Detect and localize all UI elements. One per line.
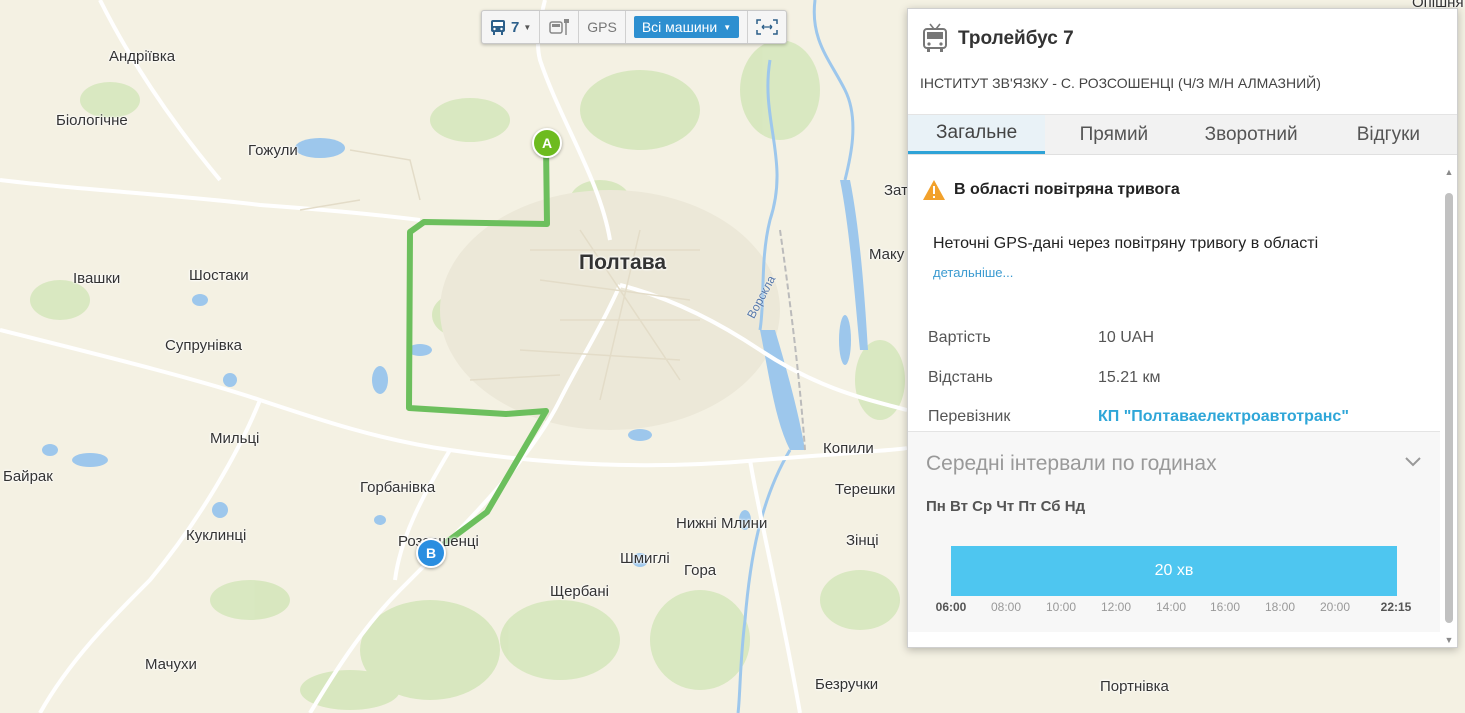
place-label: Копили bbox=[823, 440, 874, 457]
scroll-down-icon[interactable]: ▼ bbox=[1443, 635, 1455, 645]
price-value: 10 UAH bbox=[1098, 329, 1155, 346]
route-select[interactable]: 7 ▼ bbox=[482, 11, 541, 43]
tab-backward[interactable]: Зворотний bbox=[1183, 115, 1320, 154]
place-label: Байрак bbox=[3, 468, 53, 485]
time-end: 22:15 bbox=[1380, 600, 1412, 614]
place-label: Івашки bbox=[73, 270, 121, 287]
vehicles-select-wrap: Всі машини ▼ bbox=[626, 11, 749, 43]
panel-tabs: Загальне Прямий Зворотний Відгуки bbox=[908, 115, 1457, 155]
intervals-title[interactable]: Середні інтервали по годинах bbox=[926, 452, 1217, 476]
place-label: Маку bbox=[869, 246, 905, 263]
time-tick: 14:00 bbox=[1155, 600, 1187, 614]
route-end-marker[interactable]: B bbox=[416, 538, 446, 568]
scroll-up-icon[interactable]: ▲ bbox=[1443, 167, 1455, 177]
time-tick: 12:00 bbox=[1100, 600, 1132, 614]
time-tick: 20:00 bbox=[1319, 600, 1351, 614]
time-tick: 18:00 bbox=[1264, 600, 1296, 614]
alert-more-link[interactable]: детальніше... bbox=[933, 265, 1013, 280]
place-label: Мильці bbox=[210, 430, 260, 447]
bus-icon bbox=[491, 20, 505, 35]
panel-header: Тролейбус 7 ІНСТИТУТ ЗВ'ЯЗКУ - С. РОЗСОШ… bbox=[908, 9, 1457, 115]
place-label: Нижні Млини bbox=[676, 515, 768, 532]
scrollbar[interactable]: ▲ ▼ bbox=[1443, 167, 1455, 645]
route-number: 7 bbox=[511, 18, 520, 36]
price-label: Вартість bbox=[928, 329, 991, 346]
interval-value: 20 хв bbox=[1154, 562, 1194, 579]
place-label: Шмиглі bbox=[620, 550, 670, 567]
place-label: Щербані bbox=[550, 583, 609, 600]
place-label: Шостаки bbox=[189, 267, 249, 284]
chevron-down-icon: ▼ bbox=[523, 22, 532, 32]
carrier-label: Перевізник bbox=[928, 408, 1011, 425]
place-label: Горбанівка bbox=[360, 479, 436, 496]
fit-bounds-icon bbox=[756, 19, 778, 35]
carrier-link[interactable]: КП "Полтаваелектроавтотранс" bbox=[1098, 408, 1349, 426]
alert-text: Неточні GPS-дані через повітряну тривогу… bbox=[933, 235, 1319, 252]
interval-bar: 20 хв bbox=[951, 546, 1397, 596]
vehicles-select[interactable]: Всі машини ▼ bbox=[633, 16, 740, 38]
chevron-down-icon[interactable] bbox=[1404, 452, 1422, 473]
tab-reviews[interactable]: Відгуки bbox=[1320, 115, 1457, 154]
chevron-down-icon: ▼ bbox=[723, 22, 732, 32]
place-label: Мачухи bbox=[145, 656, 197, 673]
alert-heading: В області повітряна тривога bbox=[922, 179, 1180, 201]
time-tick: 16:00 bbox=[1209, 600, 1241, 614]
time-tick: 10:00 bbox=[1045, 600, 1077, 614]
time-tick: 08:00 bbox=[990, 600, 1022, 614]
place-label: Гожули bbox=[248, 142, 298, 159]
place-label: Портнівка bbox=[1100, 678, 1169, 695]
route-description: ІНСТИТУТ ЗВ'ЯЗКУ - С. РОЗСОШЕНЦІ (Ч/З М/… bbox=[920, 75, 1321, 91]
distance-label: Відстань bbox=[928, 369, 993, 386]
days-of-week: Пн Вт Ср Чт Пт Сб Нд bbox=[926, 498, 1086, 515]
tab-forward[interactable]: Прямий bbox=[1045, 115, 1182, 154]
place-label: Гора bbox=[684, 562, 717, 579]
map-toolbar: 7 ▼ GPS Всі машини ▼ bbox=[481, 10, 788, 44]
city-label: Полтава bbox=[579, 251, 667, 274]
route-title: Тролейбус 7 bbox=[958, 28, 1074, 49]
tab-general[interactable]: Загальне bbox=[908, 115, 1046, 154]
place-label: Андріївка bbox=[109, 48, 176, 65]
place-label: Терешки bbox=[835, 481, 896, 498]
fit-route-button[interactable] bbox=[748, 11, 786, 43]
distance-value: 15.21 км bbox=[1098, 369, 1161, 386]
route-start-marker[interactable]: A bbox=[532, 128, 562, 158]
route-info-panel: Тролейбус 7 ІНСТИТУТ ЗВ'ЯЗКУ - С. РОЗСОШ… bbox=[907, 8, 1458, 648]
warning-icon bbox=[923, 180, 945, 200]
gps-toggle[interactable]: GPS bbox=[579, 11, 626, 43]
time-start: 06:00 bbox=[935, 600, 967, 614]
alert-title: В області повітряна тривога bbox=[954, 181, 1180, 198]
trolleybus-icon bbox=[923, 23, 947, 52]
scrollbar-thumb[interactable] bbox=[1445, 193, 1453, 623]
time-axis: 06:00 08:00 10:00 12:00 14:00 16:00 18:0… bbox=[932, 600, 1422, 616]
stops-toggle[interactable] bbox=[540, 11, 580, 43]
place-label: Біологічне bbox=[56, 112, 128, 129]
place-label: Безручки bbox=[815, 676, 879, 693]
bus-stop-icon bbox=[549, 19, 570, 35]
intervals-section: Середні інтервали по годинах Пн Вт Ср Чт… bbox=[908, 432, 1440, 632]
place-label: Зінці bbox=[846, 532, 879, 549]
vehicles-select-value: Всі машини bbox=[641, 19, 718, 35]
place-label: Супрунівка bbox=[165, 337, 242, 354]
panel-content: В області повітряна тривога Неточні GPS-… bbox=[908, 157, 1459, 645]
place-label: Куклинці bbox=[186, 527, 247, 544]
